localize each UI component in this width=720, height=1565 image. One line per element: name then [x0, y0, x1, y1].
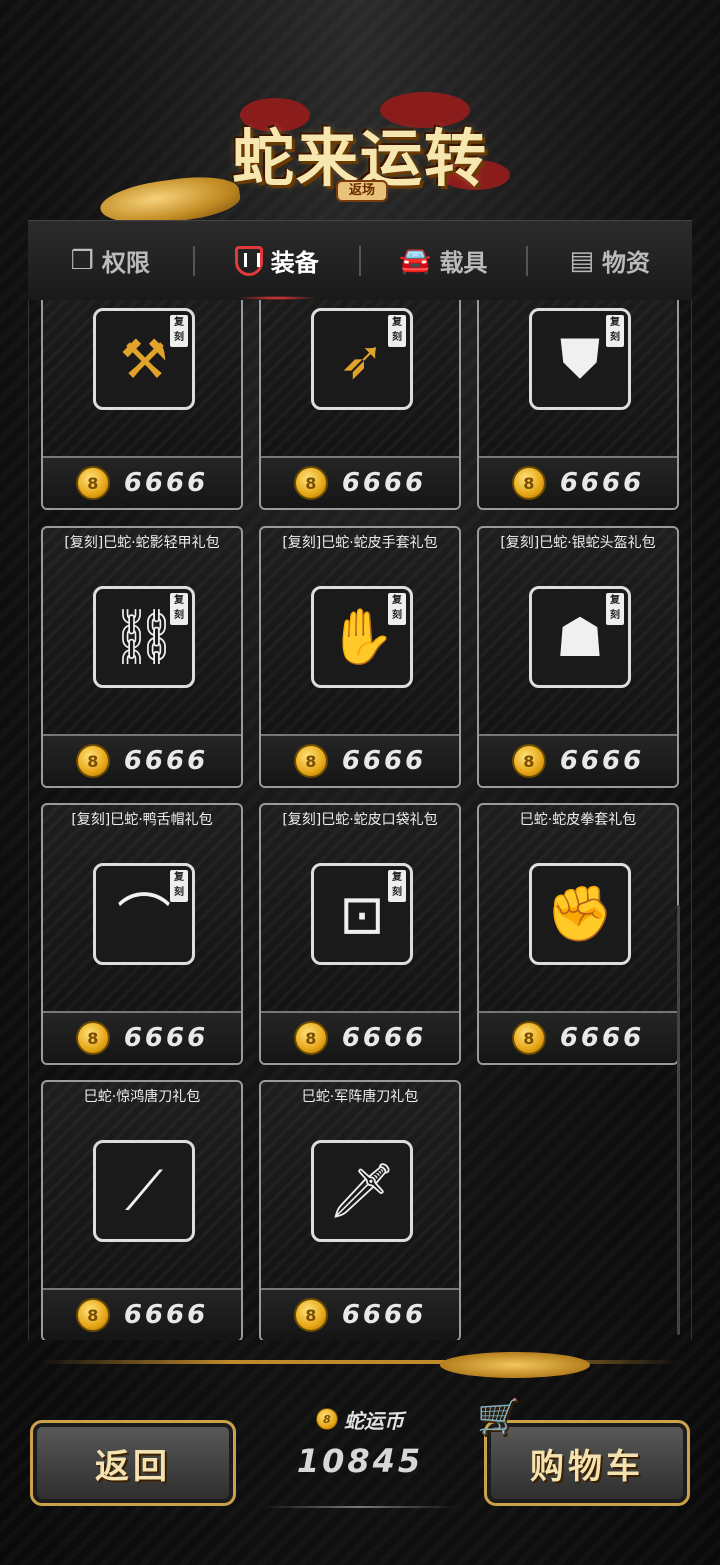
price-bar: 8 6666 — [261, 456, 459, 508]
car-icon: 🚘 — [399, 245, 432, 276]
price-value: 6666 — [341, 1300, 427, 1330]
sword-icon: 🗡 — [311, 1140, 413, 1242]
shopping-cart-icon: 🛒 — [477, 1397, 524, 1437]
item-name: [复刻]巳蛇·蛇皮手套礼包 — [282, 535, 438, 551]
currency-underline — [262, 1506, 458, 1508]
price-bar: 8 6666 — [261, 734, 459, 786]
reprint-tag: 复刻 — [606, 315, 624, 347]
tab-label: 物资 — [602, 249, 651, 277]
price-value: 6666 — [123, 1300, 209, 1330]
item-card[interactable]: ➶ 复刻 8 6666 — [259, 300, 461, 510]
tab-vehicles[interactable]: 🚘 载具 — [361, 221, 526, 300]
tab-label: 装备 — [270, 249, 319, 277]
coin-icon: 8 — [293, 1298, 328, 1332]
item-card[interactable]: [复刻]巳蛇·蛇皮手套礼包 ✋ 复刻 8 6666 — [259, 526, 461, 788]
price-value: 6666 — [123, 746, 209, 776]
item-card[interactable]: [复刻]巳蛇·蛇影轻甲礼包 ⛓ 复刻 8 6666 — [41, 526, 243, 788]
item-card[interactable]: [复刻]巳蛇·蛇皮口袋礼包 ⊡ 复刻 8 6666 — [259, 803, 461, 1065]
price-bar: 8 6666 — [43, 734, 241, 786]
item-grid: ⚒ 复刻 8 6666 ➶ 复刻 8 6666 ⛊ 复刻 8 6666 [复刻]巳蛇·… — [28, 300, 692, 1340]
price-value: 6666 — [123, 468, 209, 498]
price-bar: 8 6666 — [479, 734, 677, 786]
item-card[interactable]: ⛊ 复刻 8 6666 — [477, 300, 679, 510]
currency-name: 蛇运币 — [344, 1408, 404, 1433]
item-card[interactable]: [复刻]巳蛇·鸭舌帽礼包 ⌒ 复刻 8 6666 — [41, 803, 243, 1065]
coin-icon: 8 — [511, 744, 546, 778]
fist-glove-icon: ✊ — [529, 863, 631, 965]
item-name: [复刻]巳蛇·银蛇头盔礼包 — [500, 535, 656, 551]
reprint-tag: 复刻 — [170, 870, 188, 902]
reprint-tag: 复刻 — [170, 593, 188, 625]
price-bar: 8 6666 — [43, 456, 241, 508]
coin-icon: 8 — [75, 1021, 110, 1055]
item-card[interactable]: 巳蛇·军阵唐刀礼包 🗡 8 6666 — [259, 1080, 461, 1340]
light-armor-icon: ⛓ 复刻 — [93, 586, 195, 688]
reprint-tag: 复刻 — [606, 593, 624, 625]
price-bar: 8 6666 — [479, 1011, 677, 1063]
price-value: 6666 — [341, 468, 427, 498]
back-button-label: 返回 — [95, 1446, 171, 1487]
item-card[interactable]: 巳蛇·惊鸿唐刀礼包 ⟋ 8 6666 — [41, 1080, 243, 1340]
item-name: [复刻]巳蛇·鸭舌帽礼包 — [71, 812, 213, 828]
reprint-tag: 复刻 — [388, 870, 406, 902]
tab-label: 载具 — [439, 249, 488, 277]
price-bar: 8 6666 — [261, 1288, 459, 1340]
crate-icon: ▤ — [569, 245, 595, 276]
event-subtitle-badge: 返场 — [336, 180, 388, 202]
golden-gun-icon: ➶ 复刻 — [311, 308, 413, 410]
back-button[interactable]: 返回 — [30, 1420, 236, 1506]
katana-icon: ⟋ — [93, 1140, 195, 1242]
shield-icon — [234, 245, 263, 276]
cart-button[interactable]: 🛒 购物车 — [477, 1397, 690, 1506]
gloves-icon: ✋ 复刻 — [311, 586, 413, 688]
golden-snake-tail-icon — [440, 1352, 590, 1378]
golden-mace-icon: ⚒ 复刻 — [93, 308, 195, 410]
reprint-tag: 复刻 — [388, 593, 406, 625]
price-bar: 8 6666 — [479, 456, 677, 508]
cap-icon: ⌒ 复刻 — [93, 863, 195, 965]
price-value: 6666 — [123, 1023, 209, 1053]
tab-equipment[interactable]: 装备 — [195, 221, 360, 300]
reprint-tag: 复刻 — [388, 315, 406, 347]
cart-button-label: 购物车 — [530, 1446, 644, 1487]
coin-icon: 8 — [293, 744, 328, 778]
price-value: 6666 — [559, 468, 645, 498]
coin-icon: 8 — [75, 466, 110, 500]
price-bar: 8 6666 — [43, 1011, 241, 1063]
item-name: 巳蛇·蛇皮拳套礼包 — [519, 812, 637, 828]
price-value: 6666 — [559, 1023, 645, 1053]
scrollbar[interactable] — [677, 905, 680, 1335]
coin-icon: 8 — [293, 1021, 328, 1055]
currency-label: 8 蛇运币 — [300, 1404, 420, 1434]
category-tabs: ❒ 权限 装备 🚘 载具 ▤ 物资 — [28, 220, 692, 300]
tab-permissions[interactable]: ❒ 权限 — [28, 221, 193, 300]
item-name: [复刻]巳蛇·蛇影轻甲礼包 — [64, 535, 220, 551]
coin-icon: 8 — [75, 1298, 110, 1332]
event-header: 蛇来运转 返场 — [0, 80, 720, 232]
currency-balance: 10845 — [296, 1442, 424, 1480]
item-name: [复刻]巳蛇·蛇皮口袋礼包 — [282, 812, 438, 828]
tab-supplies[interactable]: ▤ 物资 — [528, 221, 693, 300]
item-card[interactable]: [复刻]巳蛇·银蛇头盔礼包 ☗ 复刻 8 6666 — [477, 526, 679, 788]
item-card[interactable]: 巳蛇·蛇皮拳套礼包 ✊ 8 6666 — [477, 803, 679, 1065]
item-name: 巳蛇·惊鸿唐刀礼包 — [83, 1089, 201, 1105]
item-name: 巳蛇·军阵唐刀礼包 — [301, 1089, 419, 1105]
reprint-tag: 复刻 — [170, 315, 188, 347]
vest-icon: ⛊ 复刻 — [529, 308, 631, 410]
tab-label: 权限 — [101, 249, 150, 277]
bag-icon: ⊡ 复刻 — [311, 863, 413, 965]
item-card[interactable]: ⚒ 复刻 8 6666 — [41, 300, 243, 510]
coin-icon: 8 — [293, 466, 328, 500]
coin-icon: 8 — [511, 1021, 546, 1055]
price-bar: 8 6666 — [43, 1288, 241, 1340]
price-bar: 8 6666 — [261, 1011, 459, 1063]
coin-icon: 8 — [75, 744, 110, 778]
price-value: 6666 — [341, 746, 427, 776]
box-icon: ❒ — [70, 245, 94, 276]
coin-icon: 8 — [511, 466, 546, 500]
helmet-icon: ☗ 复刻 — [529, 586, 631, 688]
price-value: 6666 — [559, 746, 645, 776]
coin-icon: 8 — [316, 1408, 338, 1430]
price-value: 6666 — [341, 1023, 427, 1053]
